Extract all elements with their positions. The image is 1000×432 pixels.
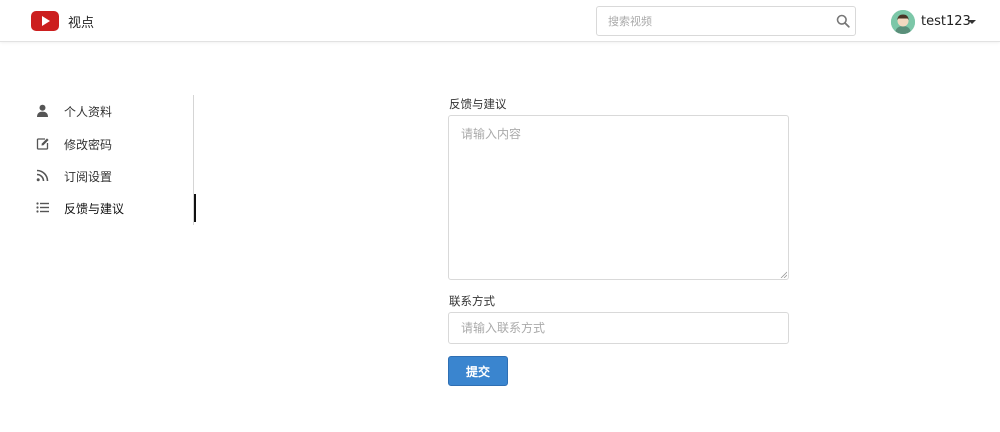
sidebar-item-subscription[interactable]: 订阅设置 [32,162,194,190]
top-header: 视点 test123 [0,0,1000,42]
avatar[interactable] [891,10,915,34]
sidebar-item-label: 个人资料 [64,105,113,119]
submit-button[interactable]: 提交 [448,356,508,386]
feedback-label: 反馈与建议 [449,97,507,111]
sidebar-item-label: 修改密码 [64,138,113,152]
username[interactable]: test123 [921,14,971,29]
brand-name[interactable]: 视点 [68,12,94,31]
rss-icon [36,169,49,182]
settings-sidebar: 个人资料 修改密码 订阅设置 反馈与建议 [32,95,196,225]
sidebar-item-label: 订阅设置 [64,170,113,184]
sidebar-item-label: 反馈与建议 [64,202,125,216]
sidebar-item-feedback[interactable]: 反馈与建议 [32,194,196,222]
list-icon [36,202,49,213]
search-box [596,6,856,36]
sidebar-item-password[interactable]: 修改密码 [32,130,194,158]
sidebar-item-profile[interactable]: 个人资料 [32,97,194,125]
search-input[interactable] [597,7,827,35]
youtube-logo-icon[interactable] [31,11,59,31]
contact-input[interactable] [448,312,789,344]
user-icon [37,104,48,117]
search-icon[interactable] [836,14,850,28]
feedback-textarea[interactable] [448,115,789,280]
chevron-down-icon[interactable] [968,20,976,24]
resize-grip-icon[interactable] [780,271,787,278]
edit-icon [36,138,49,150]
contact-label: 联系方式 [449,294,495,308]
